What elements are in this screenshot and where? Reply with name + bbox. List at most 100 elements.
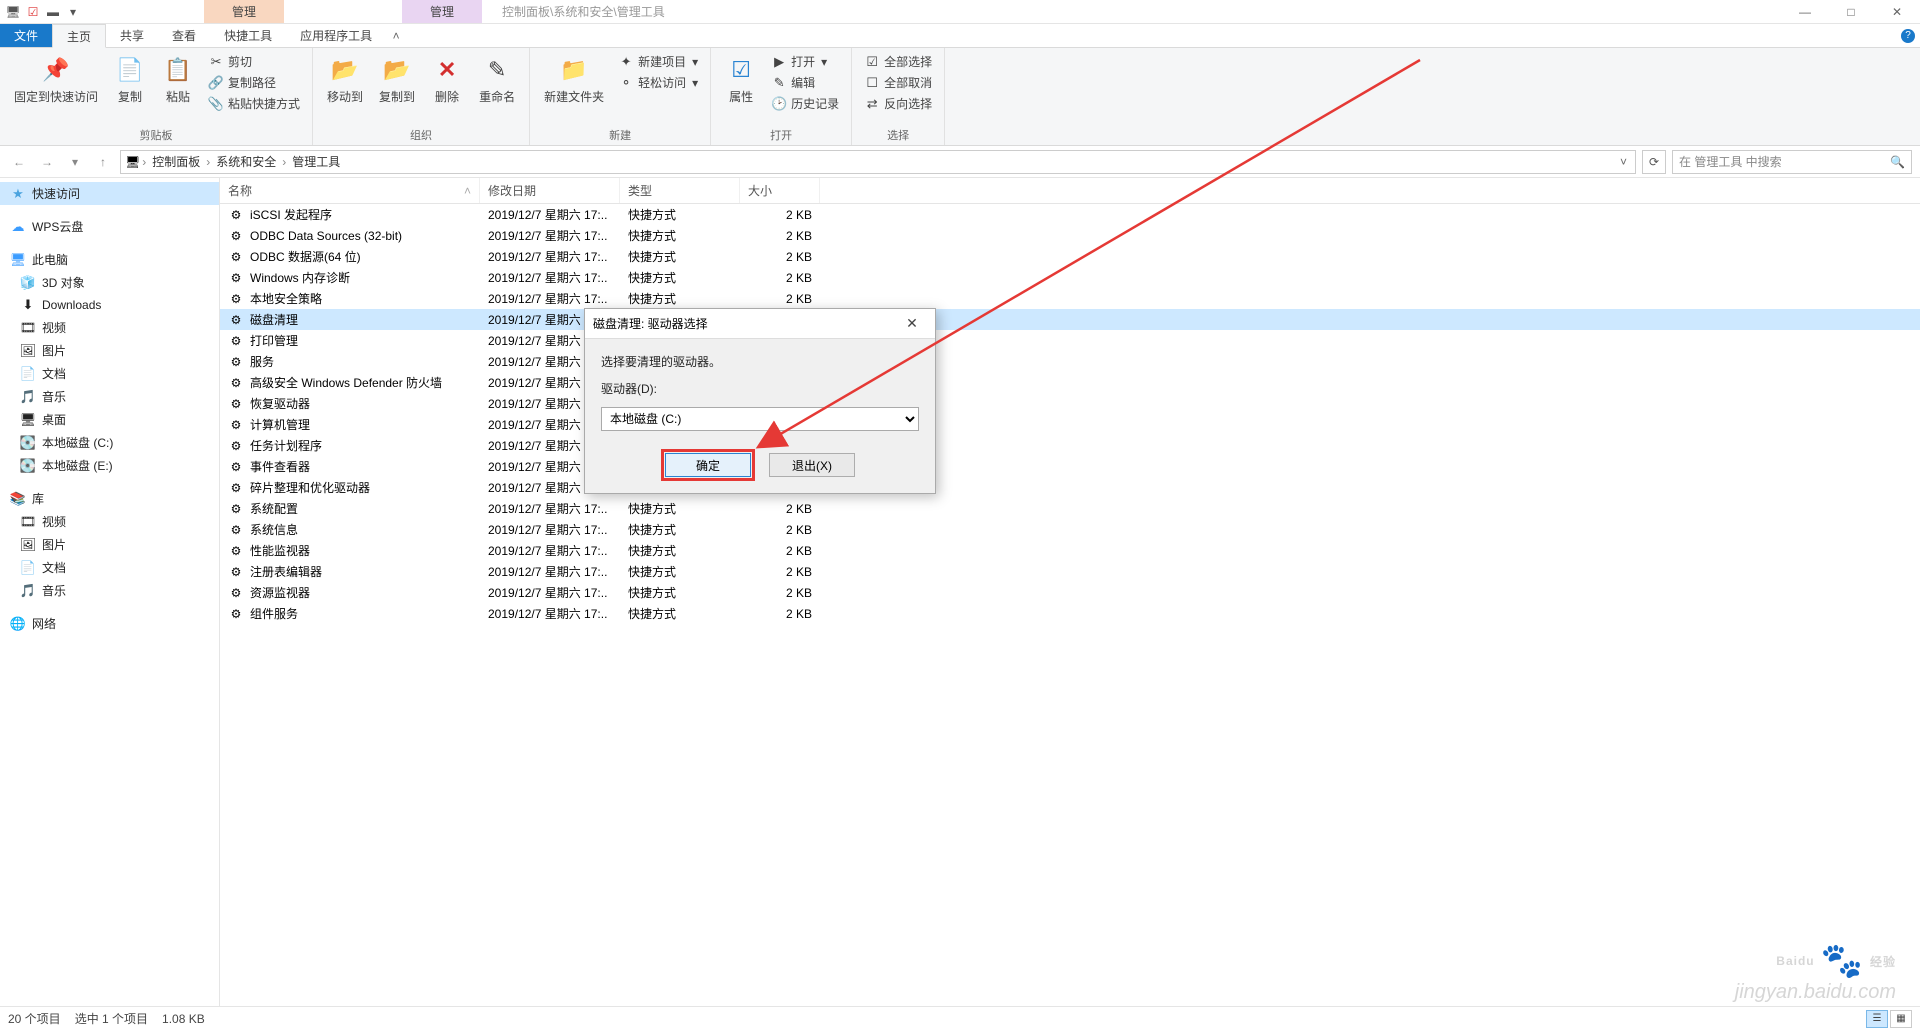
nav-item[interactable]: 🖥桌面 <box>0 408 219 431</box>
new-item-button[interactable]: ✦新建项目▾ <box>614 52 702 71</box>
invert-selection-button[interactable]: ⇄反向选择 <box>860 94 936 113</box>
file-row[interactable]: ⚙iSCSI 发起程序2019/12/7 星期六 17:..快捷方式2 KB <box>220 204 1920 225</box>
nav-item[interactable]: 🎵音乐 <box>0 385 219 408</box>
file-row[interactable]: ⚙资源监视器2019/12/7 星期六 17:..快捷方式2 KB <box>220 582 1920 603</box>
paste-shortcut-button[interactable]: 📎粘贴快捷方式 <box>204 94 304 113</box>
nav-quick-access[interactable]: ★快速访问 <box>0 182 219 205</box>
copy-button[interactable]: 📄复制 <box>108 52 152 107</box>
history-button[interactable]: 🕑历史记录 <box>767 94 843 113</box>
nav-item[interactable]: 🖼图片 <box>0 339 219 362</box>
context-tab-manage-tools[interactable]: 管理 <box>204 0 284 23</box>
nav-item[interactable]: 📄文档 <box>0 556 219 579</box>
breadcrumb-item[interactable]: 管理工具 <box>288 153 344 170</box>
select-none-button[interactable]: ☐全部取消 <box>860 73 936 92</box>
nav-item[interactable]: 📄文档 <box>0 362 219 385</box>
qat-dropdown-icon[interactable]: ▾ <box>64 3 82 21</box>
column-type[interactable]: 类型 <box>620 178 740 203</box>
paste-button[interactable]: 📋粘贴 <box>156 52 200 107</box>
tab-share[interactable]: 共享 <box>106 24 158 47</box>
drive-select[interactable]: 本地磁盘 (C:) <box>601 407 919 431</box>
file-row[interactable]: ⚙系统配置2019/12/7 星期六 17:..快捷方式2 KB <box>220 498 1920 519</box>
tab-app-tools[interactable]: 应用程序工具 <box>286 24 386 47</box>
address-dropdown-icon[interactable]: ˅ <box>1616 155 1631 169</box>
exit-button[interactable]: 退出(X) <box>769 453 855 477</box>
file-row[interactable]: ⚙注册表编辑器2019/12/7 星期六 17:..快捷方式2 KB <box>220 561 1920 582</box>
help-button[interactable]: ? <box>1896 24 1920 47</box>
file-row[interactable]: ⚙组件服务2019/12/7 星期六 17:..快捷方式2 KB <box>220 603 1920 624</box>
ok-button[interactable]: 确定 <box>665 453 751 477</box>
edit-button[interactable]: ✎编辑 <box>767 73 843 92</box>
view-details-button[interactable]: ☰ <box>1866 1010 1888 1028</box>
address-bar[interactable]: 🖥› 控制面板› 系统和安全› 管理工具 ˅ <box>120 150 1636 174</box>
file-row[interactable]: ⚙任务计划程序2019/12/7 星期六 17:..快捷方式2 KB <box>220 435 1920 456</box>
column-date[interactable]: 修改日期 <box>480 178 620 203</box>
easy-access-button[interactable]: ⚬轻松访问▾ <box>614 73 702 92</box>
file-row[interactable]: ⚙服务2019/12/7 星期六 17:..快捷方式2 KB <box>220 351 1920 372</box>
tab-view[interactable]: 查看 <box>158 24 210 47</box>
file-row[interactable]: ⚙打印管理2019/12/7 星期六 17:..快捷方式2 KB <box>220 330 1920 351</box>
copy-path-button[interactable]: 🔗复制路径 <box>204 73 304 92</box>
file-row[interactable]: ⚙本地安全策略2019/12/7 星期六 17:..快捷方式2 KB <box>220 288 1920 309</box>
forward-button[interactable]: → <box>36 151 58 173</box>
view-icons-button[interactable]: ▦ <box>1890 1010 1912 1028</box>
properties-button[interactable]: ☑属性 <box>719 52 763 107</box>
column-header-row: 名称˄ 修改日期 类型 大小 <box>220 178 1920 204</box>
copyto-button[interactable]: 📂复制到 <box>373 52 421 107</box>
qat-properties-icon[interactable]: ☑ <box>24 3 42 21</box>
qat-newfolder-icon[interactable]: ▬ <box>44 3 62 21</box>
nav-network[interactable]: 🌐网络 <box>0 612 219 635</box>
breadcrumb-item[interactable]: 系统和安全 <box>212 153 280 170</box>
file-row[interactable]: ⚙系统信息2019/12/7 星期六 17:..快捷方式2 KB <box>220 519 1920 540</box>
nav-this-pc[interactable]: 🖥此电脑 <box>0 248 219 271</box>
new-folder-button[interactable]: 📁新建文件夹 <box>538 52 610 107</box>
file-row[interactable]: ⚙磁盘清理2019/12/7 星期六 17:..快捷方式2 KB <box>220 309 1920 330</box>
context-tab-manage-app[interactable]: 管理 <box>402 0 482 23</box>
nav-item[interactable]: 🖼图片 <box>0 533 219 556</box>
nav-wps[interactable]: ☁WPS云盘 <box>0 215 219 238</box>
breadcrumb-item[interactable]: 控制面板 <box>148 153 204 170</box>
nav-item[interactable]: ⬇Downloads <box>0 294 219 316</box>
rename-button[interactable]: ✎重命名 <box>473 52 521 107</box>
navigation-pane[interactable]: ★快速访问 ☁WPS云盘 🖥此电脑 🧊3D 对象⬇Downloads🎞视频🖼图片… <box>0 178 220 1006</box>
nav-item[interactable]: 🎞视频 <box>0 316 219 339</box>
ribbon-collapse-button[interactable]: ˄ <box>386 24 406 47</box>
file-row[interactable]: ⚙事件查看器2019/12/7 星期六 17:..快捷方式2 KB <box>220 456 1920 477</box>
column-name[interactable]: 名称˄ <box>220 178 480 203</box>
refresh-button[interactable]: ⟳ <box>1642 150 1666 174</box>
column-size[interactable]: 大小 <box>740 178 820 203</box>
dialog-close-button[interactable]: ✕ <box>897 315 927 332</box>
file-row[interactable]: ⚙高级安全 Windows Defender 防火墙2019/12/7 星期六 … <box>220 372 1920 393</box>
nav-item[interactable]: 🧊3D 对象 <box>0 271 219 294</box>
search-input[interactable]: 在 管理工具 中搜索 🔍 <box>1672 150 1912 174</box>
file-row[interactable]: ⚙恢复驱动器2019/12/7 星期六 17:..快捷方式2 KB <box>220 393 1920 414</box>
nav-item[interactable]: 🎞视频 <box>0 510 219 533</box>
back-button[interactable]: ← <box>8 151 30 173</box>
file-list[interactable]: ⚙iSCSI 发起程序2019/12/7 星期六 17:..快捷方式2 KB⚙O… <box>220 204 1920 1006</box>
minimize-button[interactable]: — <box>1782 0 1828 24</box>
moveto-button[interactable]: 📂移动到 <box>321 52 369 107</box>
qat-explorer-icon[interactable]: 🖥 <box>4 3 22 21</box>
file-row[interactable]: ⚙计算机管理2019/12/7 星期六 17:..快捷方式2 KB <box>220 414 1920 435</box>
file-row[interactable]: ⚙ODBC 数据源(64 位)2019/12/7 星期六 17:..快捷方式2 … <box>220 246 1920 267</box>
tab-home[interactable]: 主页 <box>52 24 106 48</box>
nav-item[interactable]: 🎵音乐 <box>0 579 219 602</box>
close-button[interactable]: ✕ <box>1874 0 1920 24</box>
file-row[interactable]: ⚙性能监视器2019/12/7 星期六 17:..快捷方式2 KB <box>220 540 1920 561</box>
open-button[interactable]: ▶打开▾ <box>767 52 843 71</box>
pin-button[interactable]: 📌固定到快速访问 <box>8 52 104 107</box>
file-row[interactable]: ⚙ODBC Data Sources (32-bit)2019/12/7 星期六… <box>220 225 1920 246</box>
select-all-button[interactable]: ☑全部选择 <box>860 52 936 71</box>
file-row[interactable]: ⚙碎片整理和优化驱动器2019/12/7 星期六 17:..快捷方式2 KB <box>220 477 1920 498</box>
nav-item[interactable]: 💽本地磁盘 (C:) <box>0 431 219 454</box>
cut-button[interactable]: ✂剪切 <box>204 52 304 71</box>
tab-file[interactable]: 文件 <box>0 24 52 47</box>
tab-shortcut-tools[interactable]: 快捷工具 <box>210 24 286 47</box>
status-item-count: 20 个项目 <box>8 1010 61 1027</box>
delete-button[interactable]: ✕删除 <box>425 52 469 107</box>
nav-libraries[interactable]: 📚库 <box>0 487 219 510</box>
file-row[interactable]: ⚙Windows 内存诊断2019/12/7 星期六 17:..快捷方式2 KB <box>220 267 1920 288</box>
up-button[interactable]: ↑ <box>92 151 114 173</box>
nav-item[interactable]: 💽本地磁盘 (E:) <box>0 454 219 477</box>
maximize-button[interactable]: □ <box>1828 0 1874 24</box>
recent-dropdown[interactable]: ▾ <box>64 151 86 173</box>
